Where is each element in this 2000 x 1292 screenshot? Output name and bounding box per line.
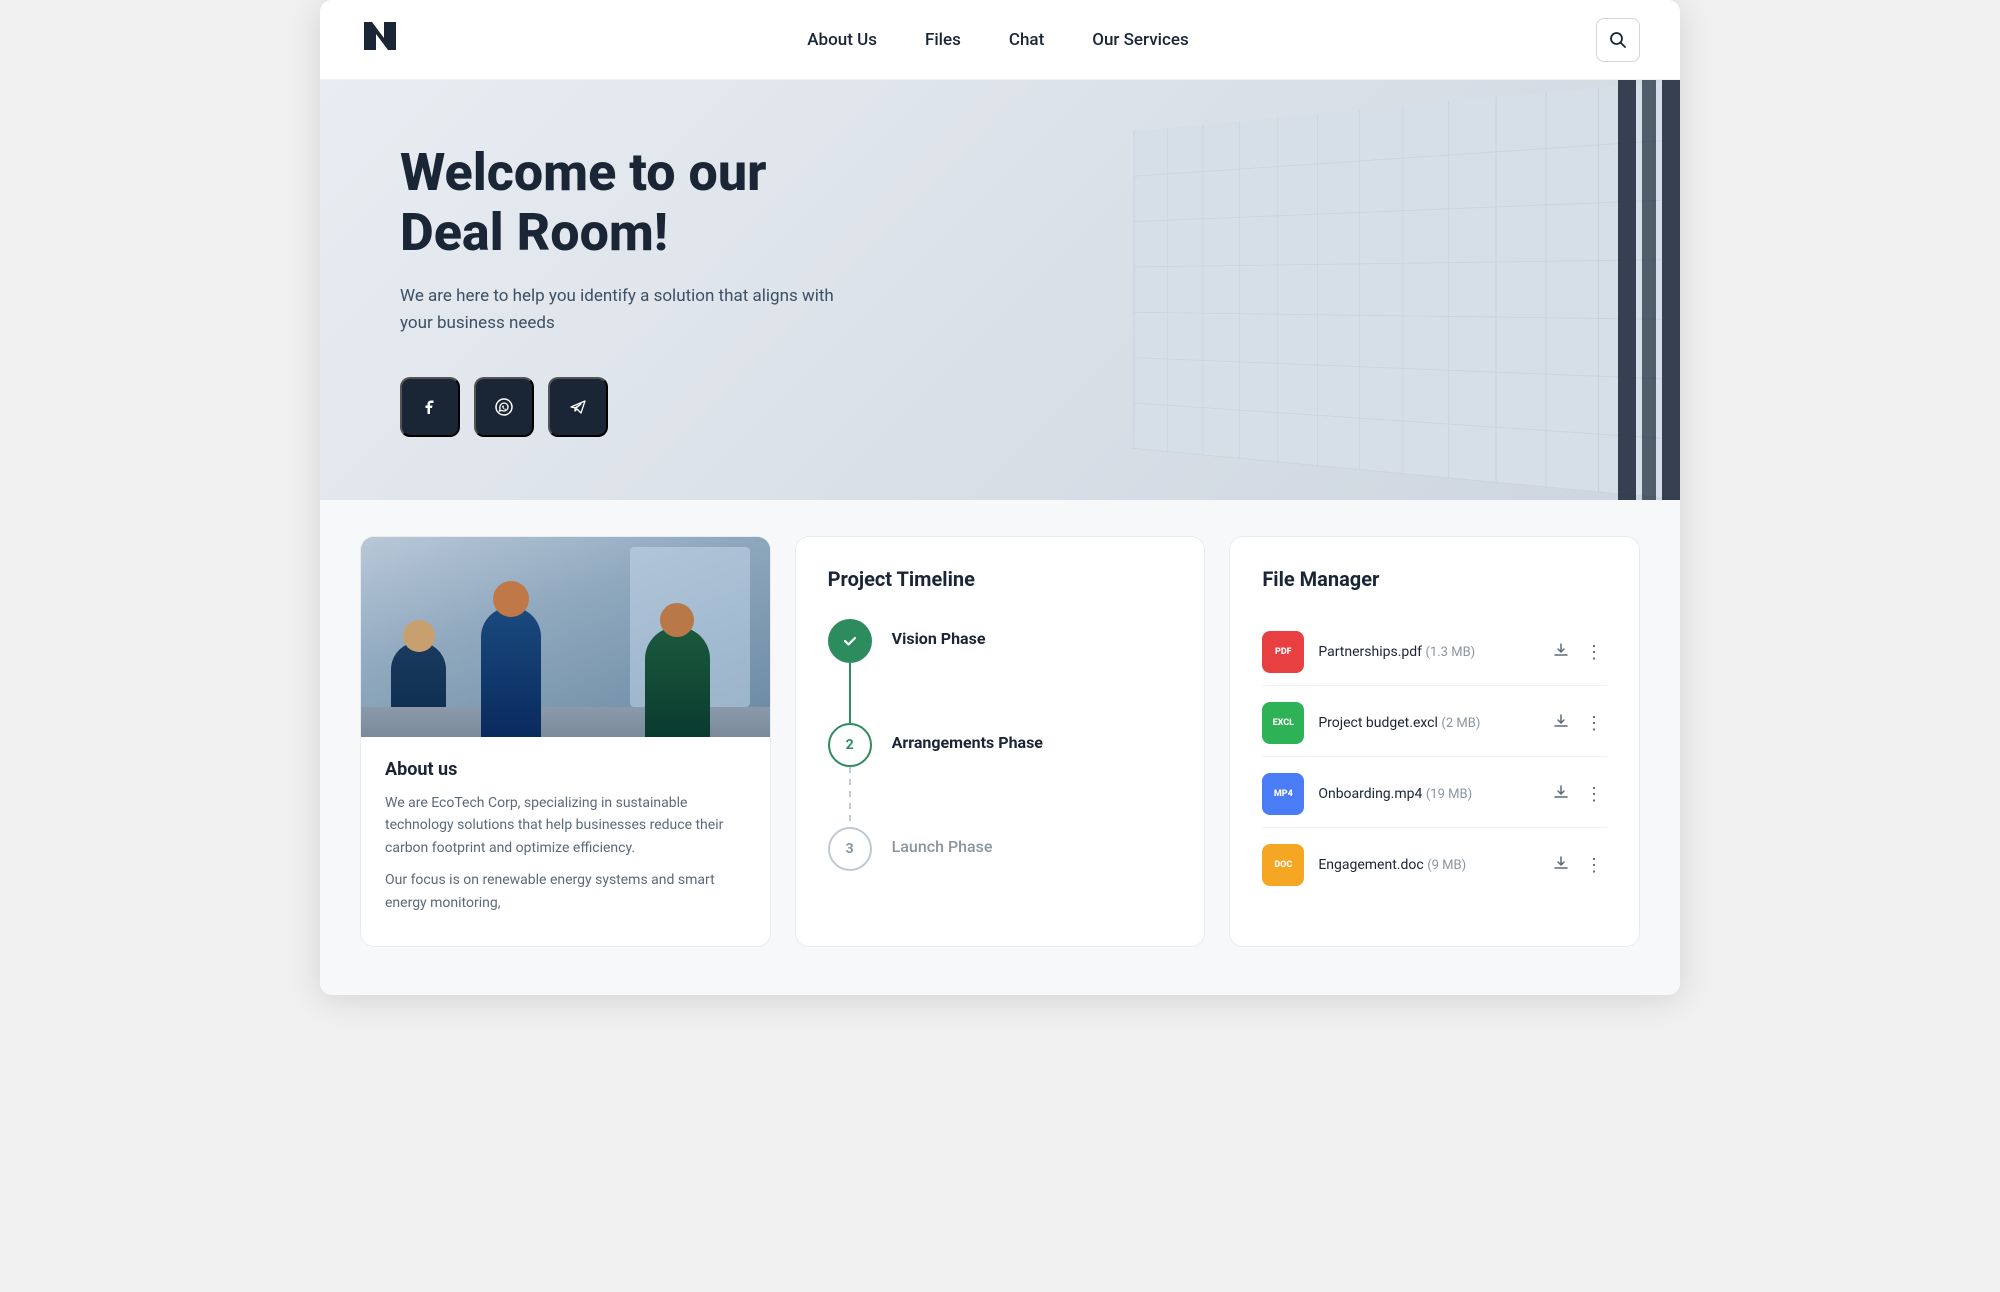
whatsapp-button[interactable] [474, 377, 534, 437]
file-manager-title: File Manager [1262, 567, 1607, 591]
file-name-engagement: Engagement.doc (9 MB) [1318, 857, 1535, 873]
content-section: About us We are EcoTech Corp, specializi… [320, 500, 1680, 995]
hero-section: Welcome to our Deal Room! We are here to… [320, 80, 1680, 500]
timeline-label-launch: Launch Phase [892, 837, 993, 856]
more-button-engagement[interactable]: ⋮ [1581, 851, 1607, 880]
facebook-icon [419, 396, 441, 418]
timeline-content-vision: Vision Phase [892, 619, 986, 688]
file-item-budget: EXCL Project budget.excl (2 MB) ⋮ [1262, 690, 1607, 757]
about-card-image [361, 537, 770, 737]
timeline-title: Project Timeline [828, 567, 1173, 591]
hero-background [932, 80, 1680, 500]
hero-title: Welcome to our Deal Room! [400, 143, 860, 263]
navbar: About Us Files Chat Our Services [320, 0, 1680, 80]
search-icon [1609, 31, 1627, 49]
timeline-item-vision: Vision Phase [828, 619, 1173, 723]
nav-item-about-us[interactable]: About Us [807, 30, 877, 50]
timeline-connector-1 [849, 663, 851, 723]
nav-item-files[interactable]: Files [925, 30, 961, 50]
file-item-onboarding: MP4 Onboarding.mp4 (19 MB) ⋮ [1262, 761, 1607, 828]
about-paragraph-1: We are EcoTech Corp, specializing in sus… [385, 792, 746, 859]
file-list: PDF Partnerships.pdf (1.3 MB) ⋮ [1262, 619, 1607, 898]
search-button[interactable] [1596, 18, 1640, 62]
file-badge-mp4: MP4 [1262, 773, 1304, 815]
timeline-left-arrangements: 2 [828, 723, 872, 827]
file-name-partnerships: Partnerships.pdf (1.3 MB) [1318, 644, 1535, 660]
timeline-item-arrangements: 2 Arrangements Phase [828, 723, 1173, 827]
timeline-card: Project Timeline Vision Phase [795, 536, 1206, 947]
about-section-title: About us [385, 759, 746, 780]
download-button-engagement[interactable] [1549, 851, 1573, 880]
more-button-onboarding[interactable]: ⋮ [1581, 780, 1607, 809]
timeline-dot-arrangements: 2 [828, 723, 872, 767]
file-actions-engagement: ⋮ [1549, 851, 1607, 880]
nav-links: About Us Files Chat Our Services [807, 30, 1188, 50]
file-item-partnerships: PDF Partnerships.pdf (1.3 MB) ⋮ [1262, 619, 1607, 686]
nav-item-our-services[interactable]: Our Services [1092, 30, 1188, 50]
timeline-content-launch: Launch Phase [892, 827, 993, 856]
telegram-button[interactable] [548, 377, 608, 437]
hero-subtitle: We are here to help you identify a solut… [400, 283, 860, 337]
timeline-dot-launch: 3 [828, 827, 872, 871]
hero-content: Welcome to our Deal Room! We are here to… [320, 83, 940, 497]
file-actions-budget: ⋮ [1549, 709, 1607, 738]
download-icon [1553, 713, 1569, 729]
nav-item-chat[interactable]: Chat [1009, 30, 1044, 50]
facebook-button[interactable] [400, 377, 460, 437]
file-badge-doc: DOC [1262, 844, 1304, 886]
timeline: Vision Phase 2 Arrangements Phase [828, 619, 1173, 871]
about-card: About us We are EcoTech Corp, specializi… [360, 536, 771, 947]
file-name-budget: Project budget.excl (2 MB) [1318, 715, 1535, 731]
file-badge-excl: EXCL [1262, 702, 1304, 744]
hero-socials [400, 377, 860, 437]
telegram-icon [567, 396, 589, 418]
download-button-onboarding[interactable] [1549, 780, 1573, 809]
about-paragraph-2: Our focus is on renewable energy systems… [385, 869, 746, 914]
timeline-left-launch: 3 [828, 827, 872, 871]
file-manager-card: File Manager PDF Partnerships.pdf (1.3 M… [1229, 536, 1640, 947]
timeline-content-arrangements: Arrangements Phase [892, 723, 1043, 792]
checkmark-icon [841, 632, 859, 650]
download-icon [1553, 855, 1569, 871]
file-badge-pdf: PDF [1262, 631, 1304, 673]
whatsapp-icon [493, 396, 515, 418]
download-icon [1553, 642, 1569, 658]
download-button-budget[interactable] [1549, 709, 1573, 738]
file-actions-onboarding: ⋮ [1549, 780, 1607, 809]
timeline-label-vision: Vision Phase [892, 629, 986, 648]
download-button-partnerships[interactable] [1549, 638, 1573, 667]
more-button-budget[interactable]: ⋮ [1581, 709, 1607, 738]
timeline-label-arrangements: Arrangements Phase [892, 733, 1043, 752]
download-icon [1553, 784, 1569, 800]
file-item-engagement: DOC Engagement.doc (9 MB) ⋮ [1262, 832, 1607, 898]
about-card-body: About us We are EcoTech Corp, specializi… [361, 737, 770, 946]
timeline-connector-2 [849, 767, 851, 827]
timeline-item-launch: 3 Launch Phase [828, 827, 1173, 871]
file-actions-partnerships: ⋮ [1549, 638, 1607, 667]
logo[interactable] [360, 18, 400, 61]
more-button-partnerships[interactable]: ⋮ [1581, 638, 1607, 667]
file-name-onboarding: Onboarding.mp4 (19 MB) [1318, 786, 1535, 802]
timeline-left-vision [828, 619, 872, 723]
timeline-dot-vision [828, 619, 872, 663]
hero-bars [1618, 80, 1680, 500]
